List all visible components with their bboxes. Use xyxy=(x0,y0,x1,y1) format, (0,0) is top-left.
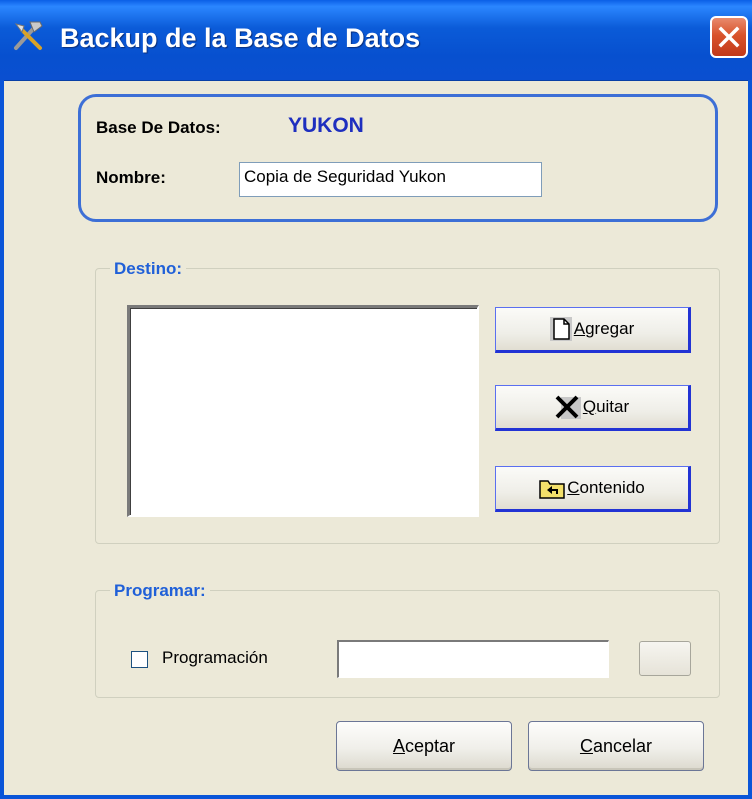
tools-icon xyxy=(10,18,46,54)
destination-list[interactable] xyxy=(127,305,479,517)
destination-title: Destino: xyxy=(110,259,186,279)
close-button[interactable] xyxy=(710,16,748,58)
schedule-checkbox-label: Programación xyxy=(162,648,268,667)
remove-button[interactable]: Quitar xyxy=(495,385,691,431)
ok-button[interactable]: Aceptar xyxy=(336,721,512,771)
title-bar[interactable]: Backup de la Base de Datos xyxy=(0,0,752,81)
schedule-input[interactable] xyxy=(337,640,609,678)
database-panel xyxy=(78,94,718,222)
database-label: Base De Datos: xyxy=(96,118,221,137)
backup-dialog: Backup de la Base de Datos Base De Datos… xyxy=(0,0,752,799)
cancel-button-label: Cancelar xyxy=(579,735,653,756)
add-button[interactable]: Agregar xyxy=(495,307,691,353)
backup-name-input[interactable]: Copia de Seguridad Yukon xyxy=(239,162,542,197)
x-icon xyxy=(555,395,581,419)
contents-button[interactable]: Contenido xyxy=(495,466,691,512)
schedule-browse-button[interactable] xyxy=(639,641,691,676)
add-button-label: Agregar xyxy=(573,319,635,338)
name-label: Nombre: xyxy=(96,168,166,187)
folder-up-icon xyxy=(539,477,565,499)
remove-button-label: Quitar xyxy=(582,397,630,416)
window-border-right xyxy=(748,80,752,799)
database-name: YUKON xyxy=(288,114,364,137)
schedule-title: Programar: xyxy=(110,581,210,601)
window-title: Backup de la Base de Datos xyxy=(60,23,421,53)
window-border-bottom xyxy=(0,795,752,799)
contents-button-label: Contenido xyxy=(567,478,645,497)
ok-button-label: Aceptar xyxy=(392,735,456,756)
close-icon xyxy=(718,26,740,48)
cancel-button[interactable]: Cancelar xyxy=(528,721,704,771)
window-border-left xyxy=(0,80,4,799)
schedule-checkbox[interactable] xyxy=(131,651,148,668)
new-document-icon xyxy=(549,317,572,341)
